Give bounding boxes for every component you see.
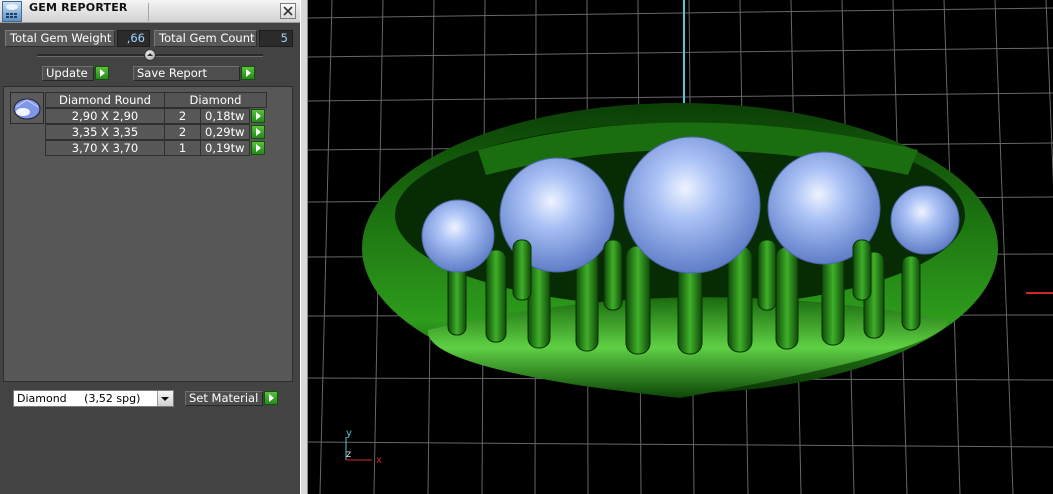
gem-qty-cell: 1 [164,140,201,156]
row-select-go-icon[interactable] [251,141,265,155]
gem-size-cell: 3,70 X 3,70 [45,140,165,156]
title-bar: GEM REPORTER [0,0,300,23]
update-button[interactable]: Update [42,66,94,81]
total-gem-weight-label: Total Gem Weight [5,30,115,47]
column-header-shape: Diamond Round [45,92,165,108]
gem-qty-cell: 2 [164,124,201,140]
diamond-thumbnail[interactable] [10,92,44,124]
diamond-round-icon [13,98,41,120]
gem-size-cell: 2,90 X 2,90 [45,108,165,124]
axis-x-label: x [376,455,382,466]
update-go-icon[interactable] [95,66,109,80]
gem-weight-cell: 0,18tw [200,108,250,124]
gem-size-cell: 3,35 X 3,35 [45,124,165,140]
3d-viewport[interactable]: y z x [308,0,1053,494]
set-material-button[interactable]: Set Material [185,391,263,406]
save-report-go-icon[interactable] [241,66,255,80]
window-title: GEM REPORTER [29,1,128,14]
gem-qty-cell: 2 [164,108,201,124]
axis-z-label: z [346,449,351,460]
column-header-material: Diamond [164,92,267,108]
set-material-go-icon[interactable] [264,391,278,405]
title-separator [148,3,149,21]
axis-y-label: y [346,428,352,439]
total-gem-count-value: 5 [259,30,293,47]
material-select-value: Diamond (3,52 spg) [17,392,141,405]
close-button[interactable] [280,3,296,19]
viewport-canvas[interactable]: y z x [308,0,1053,494]
total-gem-weight-value: ,66 [117,30,150,47]
gem-weight-cell: 0,19tw [200,140,250,156]
panel-slider-knob[interactable] [144,49,156,61]
close-icon [283,6,293,16]
row-select-go-icon[interactable] [251,109,265,123]
gem-reporter-app-icon [2,1,22,22]
material-select[interactable]: Diamond (3,52 spg) [13,390,174,407]
dropdown-arrow-icon[interactable] [157,391,173,406]
save-report-button[interactable]: Save Report [133,66,240,81]
panel-splitter[interactable] [300,0,308,494]
gem-weight-cell: 0,29tw [200,124,250,140]
total-gem-count-label: Total Gem Count [154,30,257,47]
axis-gizmo: y z x [345,428,382,466]
gem-reporter-panel: GEM REPORTER Total Gem Weight ,66 Total … [0,0,300,494]
row-select-go-icon[interactable] [251,125,265,139]
